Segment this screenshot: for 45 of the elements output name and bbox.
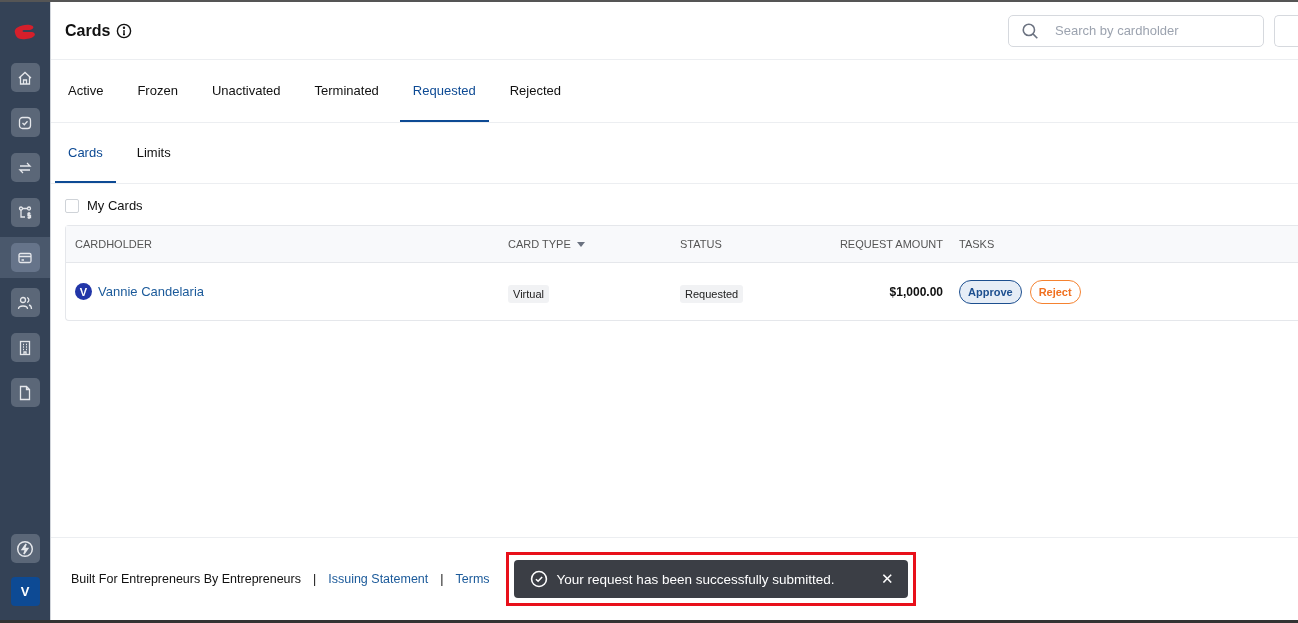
info-icon[interactable]: [116, 22, 133, 39]
lightning-icon: [16, 539, 34, 558]
column-header: REQUEST AMOUNT: [839, 238, 943, 250]
footer-link[interactable]: Terms: [455, 572, 490, 586]
checkbox[interactable]: [65, 198, 79, 213]
people-icon: [17, 294, 33, 311]
avatar-initial: V: [75, 283, 92, 300]
sidebar-item[interactable]: [0, 237, 50, 278]
column-header[interactable]: CARD TYPE: [508, 238, 585, 250]
search-field[interactable]: Search by cardholder: [1008, 14, 1264, 47]
activity-button[interactable]: [10, 534, 40, 563]
status-tab[interactable]: Requested: [399, 60, 489, 122]
request-amount: $1,000.00: [889, 284, 943, 299]
separator: |: [312, 572, 317, 586]
separator: |: [440, 572, 444, 586]
approve-button[interactable]: Approve: [959, 279, 1022, 304]
user-avatar[interactable]: V: [10, 577, 40, 606]
check-circle-icon: [529, 570, 548, 588]
footer-tagline: Built For Entrepreneurs By Entrepreneurs: [71, 572, 301, 586]
home-icon: [17, 69, 33, 86]
section-tab[interactable]: Cards: [55, 123, 116, 183]
column-header: TASKS: [959, 238, 995, 250]
section-tab[interactable]: Limits: [123, 123, 184, 183]
column-header: STATUS: [680, 238, 722, 250]
status-tag: Requested: [680, 284, 744, 303]
status-tab[interactable]: Frozen: [124, 60, 191, 122]
close-button[interactable]: ✕: [880, 570, 894, 588]
toast-message: Your request has been successfully submitted.: [556, 571, 836, 587]
logo-icon: [12, 24, 38, 40]
check-icon: [17, 114, 33, 131]
search-icon: [1021, 21, 1039, 40]
footer-link[interactable]: Issuing Statement: [328, 572, 429, 586]
status-tab[interactable]: Rejected: [496, 60, 575, 122]
card-type-tag: Virtual: [508, 284, 549, 303]
checkbox-label: My Cards: [87, 198, 143, 213]
status-tab[interactable]: Active: [55, 60, 117, 122]
flow-icon: [17, 204, 33, 221]
building-icon: [17, 339, 33, 356]
page-title: Cards: [65, 21, 111, 40]
status-tab[interactable]: Terminated: [301, 60, 392, 122]
column-header: CARDHOLDER: [75, 238, 152, 250]
cardholder-link[interactable]: Vannie Candelaria: [98, 284, 204, 299]
sort-caret-icon: [576, 241, 585, 247]
document-icon: [17, 384, 33, 401]
status-tab[interactable]: Unactivated: [198, 60, 294, 122]
